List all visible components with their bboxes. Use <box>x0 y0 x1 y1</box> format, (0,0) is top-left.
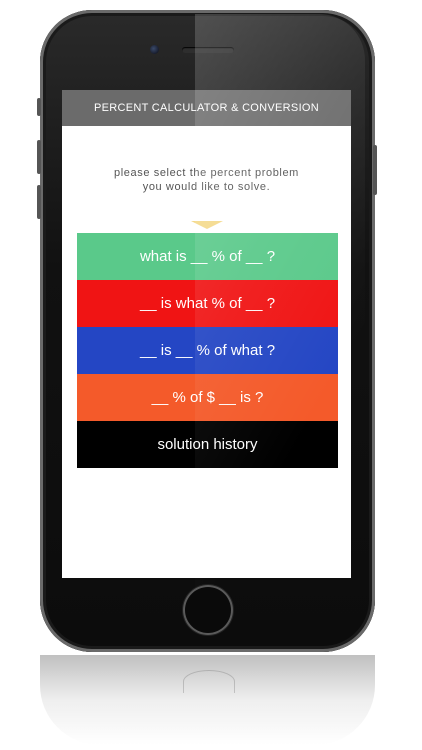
power-button <box>373 145 377 195</box>
home-button-reflection <box>183 670 235 693</box>
app-screen: PERCENT CALCULATOR & CONVERSION please s… <box>62 90 351 578</box>
instruction-text: please select the percent problem you wo… <box>62 166 351 194</box>
instruction-line-1: please select the percent problem <box>114 167 299 179</box>
volume-down-button <box>37 185 41 219</box>
menu-item-what-is-percent-of[interactable]: what is __ % of __ ? <box>77 233 338 280</box>
home-button-icon <box>183 585 233 635</box>
menu-item-is-what-percent-of[interactable]: __ is what % of __ ? <box>77 280 338 327</box>
menu-item-solution-history[interactable]: solution history <box>77 421 338 468</box>
camera-icon <box>150 45 159 54</box>
title-bar: PERCENT CALCULATOR & CONVERSION <box>62 90 351 126</box>
problem-menu: what is __ % of __ ? __ is what % of __ … <box>77 233 338 468</box>
screenshot-stage: PERCENT CALCULATOR & CONVERSION please s… <box>0 0 422 750</box>
menu-item-is-percent-of-what[interactable]: __ is __ % of what ? <box>77 327 338 374</box>
triangle-down-icon <box>191 221 223 229</box>
phone-reflection <box>40 655 375 745</box>
volume-up-button <box>37 140 41 174</box>
speaker-grille <box>182 47 234 53</box>
mute-switch <box>37 98 41 116</box>
instruction-line-2: you would like to solve. <box>142 181 271 193</box>
app-title: PERCENT CALCULATOR & CONVERSION <box>93 102 320 114</box>
menu-item-percent-of-dollars-is[interactable]: __ % of $ __ is ? <box>77 374 338 421</box>
